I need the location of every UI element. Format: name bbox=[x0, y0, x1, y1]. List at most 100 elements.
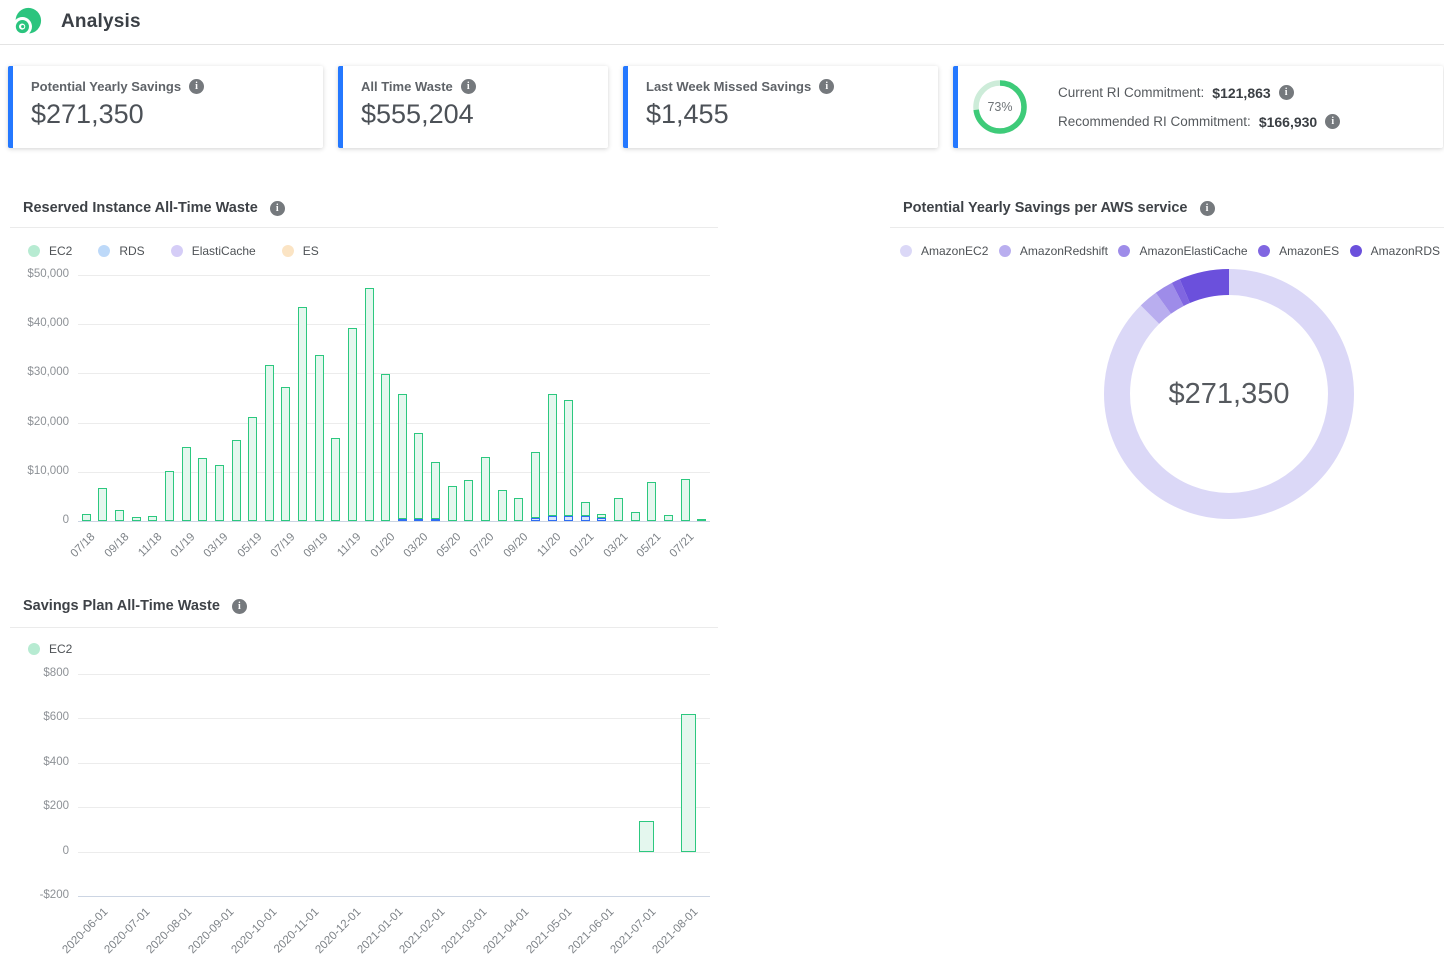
bar-segment-ec2 bbox=[614, 498, 623, 521]
gridline bbox=[78, 763, 710, 764]
bar-segment-ec2 bbox=[414, 433, 423, 519]
bar-segment-ec2 bbox=[82, 514, 91, 521]
kpi-card-ri-commitment: 73% Current RI Commitment: $121,863 i Re… bbox=[953, 66, 1443, 148]
y-axis-tick-label: 0 bbox=[0, 845, 69, 857]
legend-item[interactable]: RDS bbox=[98, 244, 144, 258]
analysis-page: Analysis Potential Yearly Savings i $271… bbox=[0, 0, 1444, 971]
bar-segment-rds bbox=[564, 516, 573, 521]
y-axis-tick-label: $50,000 bbox=[0, 268, 69, 280]
bar-segment-ec2 bbox=[232, 440, 241, 521]
info-icon[interactable]: i bbox=[461, 79, 476, 94]
info-icon[interactable]: i bbox=[270, 201, 285, 216]
x-axis-tick-label: 01/21 bbox=[568, 531, 597, 560]
y-axis-tick-label: $200 bbox=[0, 800, 69, 812]
kpi-card-last-week-missed-savings: Last Week Missed Savings i $1,455 bbox=[623, 66, 938, 148]
x-axis-tick-label: 01/20 bbox=[368, 531, 397, 560]
gauge-percent-label: 73% bbox=[972, 79, 1028, 135]
info-icon[interactable]: i bbox=[1325, 114, 1340, 129]
legend-item[interactable]: AmazonElastiCache bbox=[1118, 244, 1247, 258]
bar-segment-rds bbox=[531, 518, 540, 521]
gridline bbox=[78, 324, 710, 325]
legend-dot-icon bbox=[1350, 245, 1362, 257]
bar-segment-ec2 bbox=[531, 452, 540, 517]
legend-item[interactable]: EC2 bbox=[28, 244, 72, 258]
x-axis-tick-label: 07/18 bbox=[69, 531, 98, 560]
bar-segment-ec2 bbox=[448, 486, 457, 521]
legend-item[interactable]: EC2 bbox=[28, 642, 72, 656]
bar-segment-ec2 bbox=[381, 374, 390, 521]
x-axis-tick-label: 11/20 bbox=[535, 531, 563, 559]
sp-waste-legend: EC2 bbox=[28, 636, 72, 662]
legend-label: AmazonES bbox=[1279, 244, 1339, 258]
legend-item[interactable]: AmazonRedshift bbox=[999, 244, 1108, 258]
bar-segment-ec2 bbox=[431, 462, 440, 519]
legend-dot-icon bbox=[282, 245, 294, 257]
kpi-label: All Time Waste bbox=[361, 79, 453, 94]
legend-dot-icon bbox=[999, 245, 1011, 257]
x-axis-tick-label: 09/20 bbox=[501, 531, 530, 560]
bar-segment-ec2 bbox=[697, 519, 706, 521]
legend-dot-icon bbox=[900, 245, 912, 257]
ri-row-value: $166,930 bbox=[1259, 114, 1317, 130]
bar-segment-ec2 bbox=[265, 365, 274, 521]
x-axis-tick-label: 09/18 bbox=[102, 531, 131, 560]
bar-segment-ec2 bbox=[248, 417, 257, 521]
x-axis-tick-label: 09/19 bbox=[302, 531, 331, 560]
bar-segment-ec2 bbox=[365, 288, 374, 521]
bar-segment-ec2 bbox=[631, 512, 640, 521]
divider bbox=[10, 227, 718, 228]
legend-dot-icon bbox=[28, 245, 40, 257]
info-icon[interactable]: i bbox=[232, 599, 247, 614]
gridline bbox=[78, 852, 710, 853]
info-icon[interactable]: i bbox=[1279, 85, 1294, 100]
legend-dot-icon bbox=[1118, 245, 1130, 257]
gridline bbox=[78, 423, 710, 424]
bar-segment-ec2 bbox=[564, 400, 573, 516]
kpi-card-potential-yearly-savings: Potential Yearly Savings i $271,350 bbox=[8, 66, 323, 148]
legend-label: ES bbox=[303, 244, 319, 258]
legend-dot-icon bbox=[171, 245, 183, 257]
bar-segment-ec2 bbox=[215, 465, 224, 521]
legend-item[interactable]: AmazonEC2 bbox=[900, 244, 988, 258]
current-ri-commitment-row: Current RI Commitment: $121,863 i bbox=[1058, 85, 1340, 101]
info-icon[interactable]: i bbox=[819, 79, 834, 94]
sp-waste-bar-chart: $800$600$400$2000-$2002020-06-012020-07-… bbox=[78, 674, 710, 896]
legend-label: ElastiCache bbox=[192, 244, 256, 258]
bar-segment-ec2 bbox=[331, 438, 340, 521]
bar-segment-ec2 bbox=[681, 479, 690, 521]
legend-label: AmazonElastiCache bbox=[1139, 244, 1247, 258]
y-axis-tick-label: $40,000 bbox=[0, 317, 69, 329]
ri-waste-chart-panel: Reserved Instance All-Time Waste i EC2RD… bbox=[10, 196, 718, 586]
x-axis-tick-label: 05/21 bbox=[634, 531, 663, 560]
legend-item[interactable]: ES bbox=[282, 244, 319, 258]
kpi-label: Last Week Missed Savings bbox=[646, 79, 811, 94]
legend-item[interactable]: AmazonRDS bbox=[1350, 244, 1440, 258]
legend-item[interactable]: AmazonES bbox=[1258, 244, 1339, 258]
bar-segment-ec2 bbox=[348, 328, 357, 521]
bar-segment-ec2 bbox=[597, 514, 606, 518]
gridline bbox=[78, 674, 710, 675]
bar-segment-rds bbox=[581, 516, 590, 521]
bar-segment-ec2 bbox=[481, 457, 490, 521]
bar-segment-ec2 bbox=[165, 471, 174, 521]
kpi-value: $555,204 bbox=[361, 99, 590, 130]
bar-segment-ec2 bbox=[681, 714, 696, 852]
savings-per-service-panel: Potential Yearly Savings per AWS service… bbox=[890, 196, 1444, 536]
kpi-card-all-time-waste: All Time Waste i $555,204 bbox=[338, 66, 608, 148]
bar-segment-ec2 bbox=[298, 307, 307, 521]
bar-segment-ec2 bbox=[115, 510, 124, 521]
bar-segment-rds bbox=[548, 516, 557, 521]
kpi-label: Potential Yearly Savings bbox=[31, 79, 181, 94]
bar-segment-ec2 bbox=[581, 502, 590, 516]
legend-label: AmazonRedshift bbox=[1020, 244, 1108, 258]
x-axis-tick-label: 05/19 bbox=[235, 531, 264, 560]
legend-item[interactable]: ElastiCache bbox=[171, 244, 256, 258]
bar-segment-rds bbox=[431, 519, 440, 521]
legend-dot-icon bbox=[28, 643, 40, 655]
info-icon[interactable]: i bbox=[189, 79, 204, 94]
info-icon[interactable]: i bbox=[1200, 201, 1215, 216]
legend-label: EC2 bbox=[49, 642, 72, 656]
sp-waste-chart-panel: Savings Plan All-Time Waste i EC2 $800$6… bbox=[10, 590, 718, 965]
bar-segment-ec2 bbox=[639, 821, 654, 852]
x-axis-tick-label: 07/21 bbox=[668, 531, 697, 560]
